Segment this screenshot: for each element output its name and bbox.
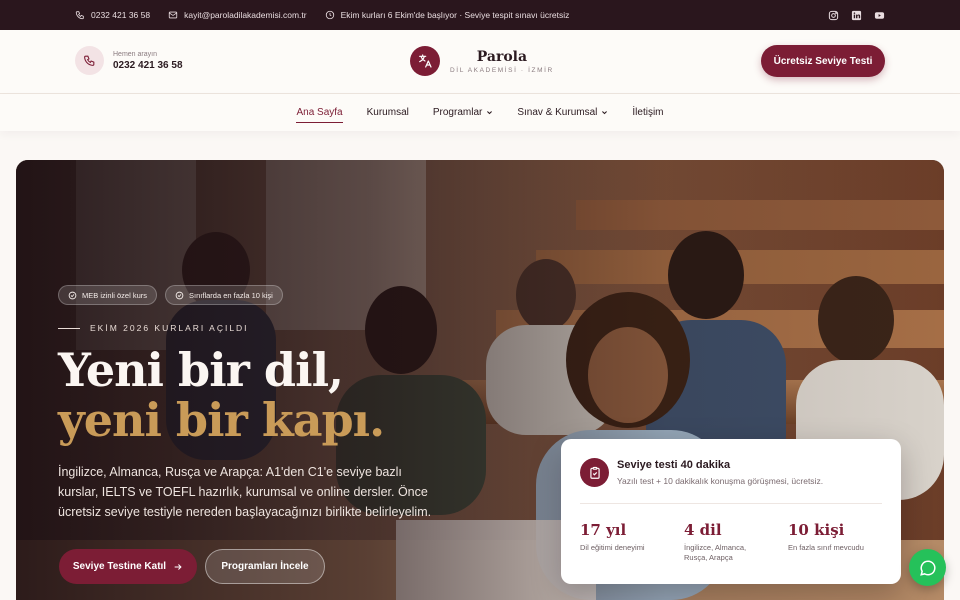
site-header: Hemen arayın 0232 421 36 58 Parola DİL A… xyxy=(0,30,960,94)
translate-icon xyxy=(410,46,440,76)
nav-item-programs[interactable]: Programlar xyxy=(433,94,493,131)
level-test-info-card: Seviye testi 40 dakika Yazılı test + 10 … xyxy=(561,439,901,584)
stat-languages: 4 dil İngilizce, Almanca, Rusça, Arapça xyxy=(684,521,764,563)
stat-value: 4 dil xyxy=(684,521,722,539)
join-level-test-button[interactable]: Seviye Testine Katıl xyxy=(59,549,197,584)
instagram-icon[interactable] xyxy=(828,10,839,21)
stat-class-size: 10 kişi En fazla sınıf mevcudu xyxy=(788,521,888,553)
card-title: Seviye testi 40 dakika xyxy=(617,459,731,471)
nav-item-exam-corporate[interactable]: Sınav & Kurumsal xyxy=(517,94,608,131)
nav-item-contact[interactable]: İletişim xyxy=(632,94,663,131)
nav-item-corporate[interactable]: Kurumsal xyxy=(367,94,409,131)
top-info-bar: 0232 421 36 58 kayit@paroladilakademisi.… xyxy=(0,0,960,30)
brand-logo[interactable]: Parola DİL AKADEMİSİ · İZMİR xyxy=(410,46,554,76)
stat-label: Dil eğitimi deneyimi xyxy=(580,543,645,552)
free-level-test-button[interactable]: Ücretsiz Seviye Testi xyxy=(761,45,885,77)
nav-item-label: Programlar xyxy=(432,107,483,118)
topbar-phone[interactable]: 0232 421 36 58 xyxy=(75,10,150,20)
call-caption: Hemen arayın xyxy=(113,50,157,58)
linkedin-icon[interactable] xyxy=(851,10,862,21)
youtube-icon[interactable] xyxy=(874,10,885,21)
social-links xyxy=(828,10,885,21)
call-block[interactable]: Hemen arayın 0232 421 36 58 xyxy=(75,46,183,75)
hero-kicker: EKİM 2026 KURLARI AÇILDI xyxy=(58,323,249,333)
nav-item-home[interactable]: Ana Sayfa xyxy=(296,94,343,131)
badge-label: Sınıflarda en fazla 10 kişi xyxy=(189,290,273,300)
topbar-announcement-text: Ekim kurları 6 Ekim'de başlıyor · Seviye… xyxy=(340,10,570,20)
stat-value: 17 yıl xyxy=(580,521,627,539)
card-subtitle: Yazılı test + 10 dakikalık konuşma görüş… xyxy=(617,476,824,486)
hero-title-line1: Yeni bir dil, xyxy=(58,343,344,397)
explore-programs-button[interactable]: Programları İncele xyxy=(205,549,325,584)
check-circle-icon xyxy=(175,291,184,299)
badge-meb: MEB izinli özel kurs xyxy=(58,285,158,305)
phone-icon xyxy=(75,46,104,75)
clock-icon xyxy=(325,10,334,20)
topbar-phone-text: 0232 421 36 58 xyxy=(91,10,151,20)
hero-title: Yeni bir dil, yeni bir kapı. xyxy=(58,343,385,447)
hero-badges: MEB izinli özel kurs Sınıflarda en fazla… xyxy=(58,285,283,305)
card-divider xyxy=(580,503,882,504)
brand-name: Parola xyxy=(476,48,528,65)
nav-item-label: Ana Sayfa xyxy=(296,107,343,118)
kicker-line xyxy=(58,327,80,329)
chevron-down-icon xyxy=(487,111,493,115)
phone-icon xyxy=(75,11,84,20)
clipboard-check-icon xyxy=(580,458,609,487)
main-nav: Ana Sayfa Kurumsal Programlar Sınav & Ku… xyxy=(0,94,960,131)
topbar-email[interactable]: kayit@paroladilakademisi.com.tr xyxy=(168,10,307,20)
nav-item-label: Sınav & Kurumsal xyxy=(517,107,598,118)
stat-label: En fazla sınıf mevcudu xyxy=(788,543,864,552)
brand-subtitle: DİL AKADEMİSİ · İZMİR xyxy=(450,66,554,74)
hero-lead: İngilizce, Almanca, Rusça ve Arapça: A1'… xyxy=(58,465,432,519)
nav-item-label: İletişim xyxy=(632,107,664,118)
topbar-email-text: kayit@paroladilakademisi.com.tr xyxy=(184,10,307,20)
arrow-right-icon xyxy=(174,563,182,570)
chevron-down-icon xyxy=(602,111,608,115)
stat-value: 10 kişi xyxy=(788,521,845,539)
check-circle-icon xyxy=(68,291,77,299)
call-number: 0232 421 36 58 xyxy=(113,59,183,71)
nav-item-label: Kurumsal xyxy=(366,107,409,118)
button-label: Seviye Testine Katıl xyxy=(72,561,167,572)
mail-icon xyxy=(168,11,178,19)
stat-experience: 17 yıl Dil eğitimi deneyimi xyxy=(580,521,680,553)
kicker-text: EKİM 2026 KURLARI AÇILDI xyxy=(90,323,249,333)
badge-label: MEB izinli özel kurs xyxy=(82,290,148,300)
chat-bubble-icon xyxy=(919,559,936,576)
hero-title-line2: yeni bir kapı. xyxy=(58,393,385,447)
whatsapp-chat-button[interactable] xyxy=(909,549,946,586)
badge-class-size: Sınıflarda en fazla 10 kişi xyxy=(165,285,283,305)
stat-label: İngilizce, Almanca, Rusça, Arapça xyxy=(684,543,747,562)
topbar-announcement: Ekim kurları 6 Ekim'de başlıyor · Seviye… xyxy=(325,10,570,20)
